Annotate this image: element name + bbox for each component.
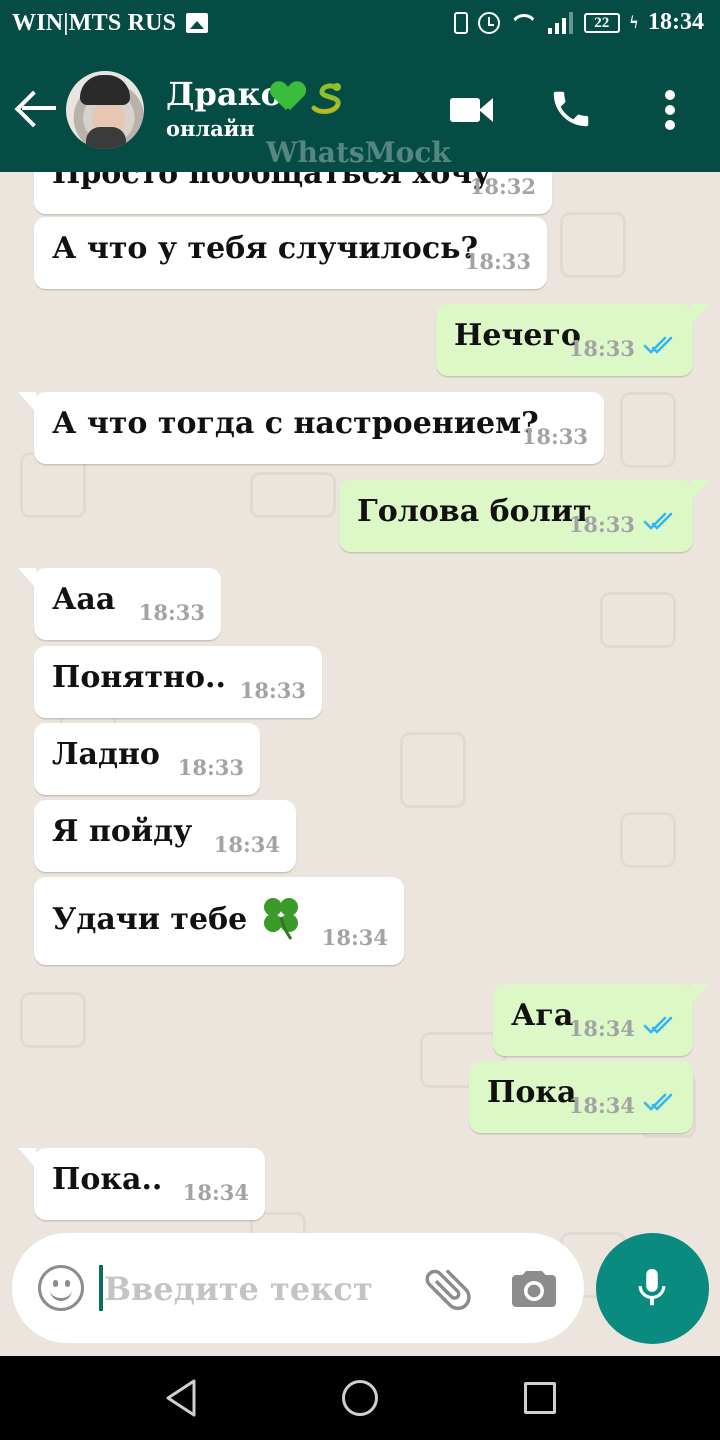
incoming-message[interactable]: Ладно 18:33: [34, 723, 260, 795]
read-receipt-icon: [643, 1014, 679, 1036]
emoji-icon[interactable]: [38, 1265, 84, 1311]
attach-icon[interactable]: [420, 1261, 476, 1317]
message-time: 18:33: [568, 336, 635, 361]
message-text: А что тогда с настроением?: [52, 406, 539, 441]
wifi-icon: [510, 12, 538, 34]
message-time: 18:33: [521, 424, 588, 449]
message-text: Удачи тебе: [52, 897, 305, 945]
message-time: 18:33: [138, 600, 205, 625]
chat-header: Драко онлайн WhatsMock: [0, 48, 720, 172]
message-text: Ааа: [52, 582, 116, 617]
wallpaper-doodle: [620, 392, 676, 468]
video-call-icon[interactable]: [450, 92, 496, 126]
contact-status: онлайн: [166, 116, 255, 141]
phone-icon[interactable]: [548, 86, 594, 132]
avatar[interactable]: [66, 71, 144, 149]
incoming-message[interactable]: Ааа 18:33: [18, 568, 221, 640]
message-text: Просто пообщаться хочу: [52, 172, 492, 191]
message-time: 18:34: [182, 1180, 249, 1205]
nav-recents-icon[interactable]: [524, 1382, 556, 1414]
message-text: Понятно..: [52, 660, 226, 695]
read-receipt-icon: [643, 510, 679, 532]
battery-level: 22: [583, 12, 620, 33]
incoming-message[interactable]: Понятно.. 18:33: [34, 646, 322, 718]
incoming-message[interactable]: А что у тебя случилось? 18:33: [34, 217, 547, 289]
message-time: 18:33: [568, 512, 635, 537]
wallpaper-doodle: [600, 592, 676, 648]
wallpaper-doodle: [250, 472, 336, 518]
message-text: Я пойду: [52, 814, 193, 849]
incoming-message[interactable]: Пока.. 18:34: [18, 1148, 265, 1220]
message-text: Ладно: [52, 737, 160, 772]
message-time: 18:34: [321, 925, 388, 950]
nav-back-icon[interactable]: [164, 1378, 198, 1418]
status-bar: WIN|MTS RUS 22 ϟ 18:34: [0, 0, 720, 48]
message-list[interactable]: Просто пообщаться хочу 18:32 А что у тебя …: [0, 172, 720, 1356]
clock: 18:34: [648, 9, 704, 35]
message-text: Ага: [511, 998, 574, 1033]
wallpaper-doodle: [620, 812, 676, 868]
four-leaf-clover-icon: [257, 893, 305, 941]
alarm-icon: [477, 11, 500, 34]
message-time: 18:34: [213, 832, 280, 857]
incoming-message[interactable]: Удачи тебе 18:34: [34, 877, 404, 965]
message-input[interactable]: [102, 1263, 406, 1315]
wallpaper-doodle: [20, 992, 86, 1048]
message-time: 18:32: [469, 174, 536, 199]
message-composer: [12, 1233, 584, 1343]
outgoing-message[interactable]: Пока 18:34: [469, 1061, 693, 1133]
name-emoji: [272, 78, 342, 116]
wallpaper-doodle: [560, 212, 626, 278]
status-icons: 22 ϟ 18:34: [453, 9, 704, 36]
incoming-message[interactable]: Просто пообщаться хочу 18:32: [34, 172, 552, 214]
message-time: 18:33: [239, 678, 306, 703]
snake-icon: [311, 83, 341, 114]
image-notification-icon: [186, 13, 208, 33]
watermark: WhatsMock: [266, 136, 451, 169]
signal-icon: [547, 11, 574, 34]
wallpaper-doodle: [400, 732, 466, 808]
message-text: Пока: [487, 1075, 577, 1110]
back-arrow-icon[interactable]: [16, 90, 58, 128]
message-time: 18:34: [568, 1016, 635, 1041]
carrier-label: WIN|MTS RUS: [12, 10, 177, 36]
message-text: А что у тебя случилось?: [52, 231, 479, 266]
camera-icon[interactable]: [510, 1269, 558, 1309]
incoming-message[interactable]: Я пойду 18:34: [34, 800, 296, 872]
outgoing-message[interactable]: Ага 18:34: [493, 984, 709, 1056]
message-time: 18:33: [464, 249, 531, 274]
system-nav-bar: [0, 1356, 720, 1440]
read-receipt-icon: [643, 1091, 679, 1113]
mic-button[interactable]: [596, 1233, 709, 1344]
outgoing-message[interactable]: Нечего 18:33: [436, 304, 709, 376]
message-text: Нечего: [454, 318, 581, 353]
green-heart-icon: [272, 82, 304, 112]
nav-home-icon[interactable]: [342, 1380, 378, 1416]
more-options-icon[interactable]: [658, 88, 682, 132]
message-time: 18:33: [177, 755, 244, 780]
charging-icon: ϟ: [629, 12, 638, 32]
incoming-message[interactable]: А что тогда с настроением? 18:33: [18, 392, 604, 464]
contact-name[interactable]: Драко: [166, 75, 282, 113]
mic-icon: [638, 1268, 666, 1306]
message-time: 18:34: [568, 1093, 635, 1118]
vibrate-icon: [453, 11, 468, 34]
message-text: Голова болит: [357, 494, 592, 529]
outgoing-message[interactable]: Голова болит 18:33: [339, 480, 709, 552]
read-receipt-icon: [643, 334, 679, 356]
message-text: Пока..: [52, 1162, 163, 1197]
